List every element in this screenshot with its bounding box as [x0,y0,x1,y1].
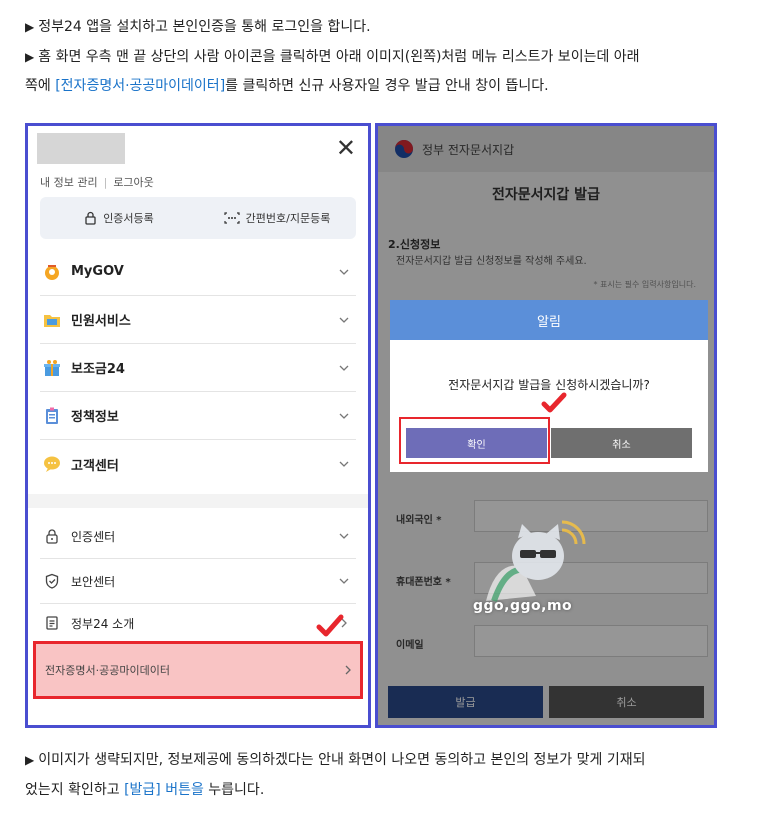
chevron-right-icon [345,665,351,675]
chevron-down-icon [339,461,349,467]
menu-item-civil-service[interactable]: 민원서비스 [40,296,356,344]
watermark-text: ggo,ggo,mo [473,598,573,614]
intro-line-2: ▶ 홈 화면 우측 맨 끝 상단의 사람 아이콘을 클릭하면 아래 이미지(왼쪽)… [25,43,640,72]
intro-text-3a: 쪽에 [25,78,56,94]
menu-item-mygov[interactable]: MyGOV [40,248,356,296]
user-name-placeholder [37,133,125,164]
chat-bubble-icon [40,452,64,476]
menu-item-subsidy24[interactable]: 보조금24 [40,344,356,392]
pin-dots-icon [224,212,240,224]
bullet-marker: ▶ [25,20,35,34]
intro-highlight-link: [전자증명서·공공마이데이터] [55,78,226,94]
pin-register-button[interactable]: 간편번호/지문등록 [198,210,356,226]
chevron-down-icon [339,578,349,584]
menu-item-auth-center[interactable]: 인증센터 [40,514,356,559]
screenshot-right-wallet: 정부 전자문서지갑 전자문서지갑 발급 2.신청정보 전자문서지갑 발급 신청정… [375,123,717,728]
checkmark-icon [316,614,344,637]
menu-item-policy-info[interactable]: 정책정보 [40,392,356,440]
document-icon [40,611,64,635]
shield-icon [40,569,64,593]
outro-line-2: 었는지 확인하고 [발급] 버튼을 누릅니다. [25,776,264,805]
logout-link[interactable]: 로그아웃 [113,176,153,189]
mygov-icon [40,260,64,284]
menu-divider [28,494,368,508]
pin-register-label: 간편번호/지문등록 [245,212,331,225]
cert-register-button[interactable]: 인증서등록 [40,210,198,226]
bullet-marker: ▶ [25,50,35,64]
menu-item-customer-center[interactable]: 고객센터 [40,440,356,488]
outro-text-2a: 었는지 확인하고 [25,782,125,798]
intro-text-3b: 를 클릭하면 신규 사용자일 경우 발급 안내 창이 뜹니다. [225,78,549,94]
lock-icon [85,211,96,225]
chevron-down-icon [339,269,349,275]
checkmark-icon [541,392,567,413]
highlight-frame [399,417,550,464]
chevron-down-icon [339,413,349,419]
outro-text-2b: 누릅니다. [203,782,265,798]
close-icon[interactable]: ✕ [336,136,356,160]
intro-text-1: 정부24 앱을 설치하고 본인인증을 통해 로그인을 합니다. [38,19,371,35]
menu-label: 보조금24 [71,362,125,377]
menu-item-gov24-intro[interactable]: 정부24 소개 [40,604,356,642]
outro-text-1: 이미지가 생략되지만, 정보제공에 동의하겠다는 안내 화면이 나오면 동의하고… [38,752,646,768]
cancel-button[interactable]: 취소 [551,428,692,458]
dialog-message: 전자문서지갑 발급을 신청하시겠습니까? [448,378,650,392]
intro-text-2: 홈 화면 우측 맨 끝 상단의 사람 아이콘을 클릭하면 아래 이미지(왼쪽)처… [38,49,640,65]
chevron-down-icon [339,365,349,371]
menu-item-security-center[interactable]: 보안센터 [40,559,356,604]
outro-line-1: ▶ 이미지가 생략되지만, 정보제공에 동의하겠다는 안내 화면이 나오면 동의하… [25,746,645,775]
dialog-title: 알림 [390,300,708,340]
folder-icon [40,308,64,332]
outro-highlight: [발급] 버튼을 [124,782,204,798]
my-info-link[interactable]: 내 정보 관리 [40,176,98,189]
menu-item-e-certificate[interactable]: 전자증명서·공공마이데이터 [33,641,363,699]
menu-label: 보안센터 [71,574,116,589]
menu-label: 민원서비스 [71,314,131,329]
menu-label: MyGOV [71,264,124,279]
chevron-down-icon [339,317,349,323]
clipboard-icon [40,404,64,428]
menu-label: 전자증명서·공공마이데이터 [45,664,170,677]
bullet-marker: ▶ [25,753,35,767]
intro-line-1: ▶ 정부24 앱을 설치하고 본인인증을 통해 로그인을 합니다. [25,13,371,42]
cert-register-label: 인증서등록 [103,212,154,225]
intro-line-3: 쪽에 [전자증명서·공공마이데이터]를 클릭하면 신규 사용자일 경우 발급 안… [25,72,549,101]
screenshot-left-menu: ✕ 내 정보 관리 | 로그아웃 인증서등록 간편번호/지문등록 MyGOV 민원서… [25,123,371,728]
gift-icon [40,356,64,380]
lock-icon [40,524,64,548]
menu-label: 고객센터 [71,458,119,474]
account-links: 내 정보 관리 | 로그아웃 [40,176,154,189]
auth-registration-box: 인증서등록 간편번호/지문등록 [40,197,356,239]
chevron-down-icon [339,533,349,539]
menu-label: 인증센터 [71,529,116,544]
menu-label: 정부24 소개 [71,616,135,631]
menu-label: 정책정보 [71,410,119,425]
